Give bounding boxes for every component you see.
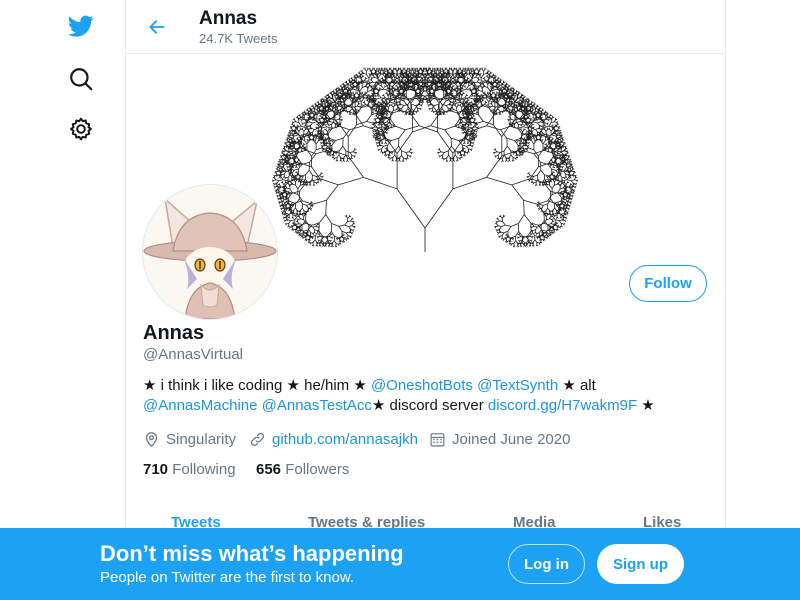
bio-text: ★ i think i like coding ★ he/him ★ <box>143 377 371 394</box>
follow-button[interactable]: Follow <box>629 265 707 302</box>
following-stat[interactable]: 710 Following <box>143 461 236 478</box>
profile-website: github.com/annasajkh <box>249 428 418 450</box>
calendar-icon <box>430 432 445 446</box>
profile-joined: Joined June 2020 <box>429 428 570 450</box>
bio-text: ★ alt <box>558 377 596 394</box>
bio-mention-link[interactable]: @AnnasMachine <box>143 397 257 414</box>
bio-mention-link[interactable]: @AnnasTestAcc <box>262 397 372 414</box>
bio-mention-link[interactable]: @TextSynth <box>477 377 558 394</box>
bio-discord-link[interactable]: discord.gg/H7wakm9F <box>488 397 637 414</box>
location-pin-icon <box>145 431 158 447</box>
profile-bio: ★ i think i like coding ★ he/him ★ @Ones… <box>143 376 703 416</box>
website-link[interactable]: github.com/annasajkh <box>272 431 418 448</box>
profile-column: Annas 24.7K Tweets Follow Annas @AnnasVi… <box>125 0 726 600</box>
followers-label: Followers <box>285 461 350 478</box>
profile-display-name: Annas <box>143 322 205 344</box>
location-text: Singularity <box>166 430 237 448</box>
avatar-illustration <box>143 185 277 319</box>
signup-button[interactable]: Sign up <box>597 544 684 584</box>
profile-meta: Singularity github.com/annasajkh Joined … <box>143 428 713 450</box>
profile-handle: @AnnasVirtual <box>143 346 244 363</box>
header-name: Annas <box>199 8 258 29</box>
bio-mention-link[interactable]: @OneshotBots <box>371 377 473 394</box>
signup-prompt-bar: Don’t miss what’s happening People on Tw… <box>0 528 800 600</box>
signup-prompt-title: Don’t miss what’s happening <box>100 541 404 566</box>
back-arrow-icon[interactable] <box>142 12 172 42</box>
settings-gear-icon[interactable] <box>62 110 100 148</box>
followers-count: 656 <box>256 461 282 478</box>
avatar[interactable] <box>142 184 278 320</box>
left-nav <box>0 0 125 600</box>
twitter-logo-icon[interactable] <box>62 7 100 45</box>
login-button[interactable]: Log in <box>508 544 585 584</box>
profile-header-bar: Annas 24.7K Tweets <box>126 0 725 54</box>
bio-text: ★ discord server <box>371 397 488 414</box>
link-icon <box>250 432 265 446</box>
joined-text: Joined June 2020 <box>452 430 571 448</box>
followers-stat[interactable]: 656 Followers <box>256 461 349 478</box>
following-count: 710 <box>143 461 169 478</box>
bio-text: ★ <box>637 397 655 414</box>
search-icon[interactable] <box>62 60 100 98</box>
header-tweet-count: 24.7K Tweets <box>199 31 278 46</box>
following-label: Following <box>172 461 236 478</box>
signup-prompt-subtitle: People on Twitter are the first to know. <box>100 569 355 586</box>
profile-location: Singularity <box>143 428 236 450</box>
